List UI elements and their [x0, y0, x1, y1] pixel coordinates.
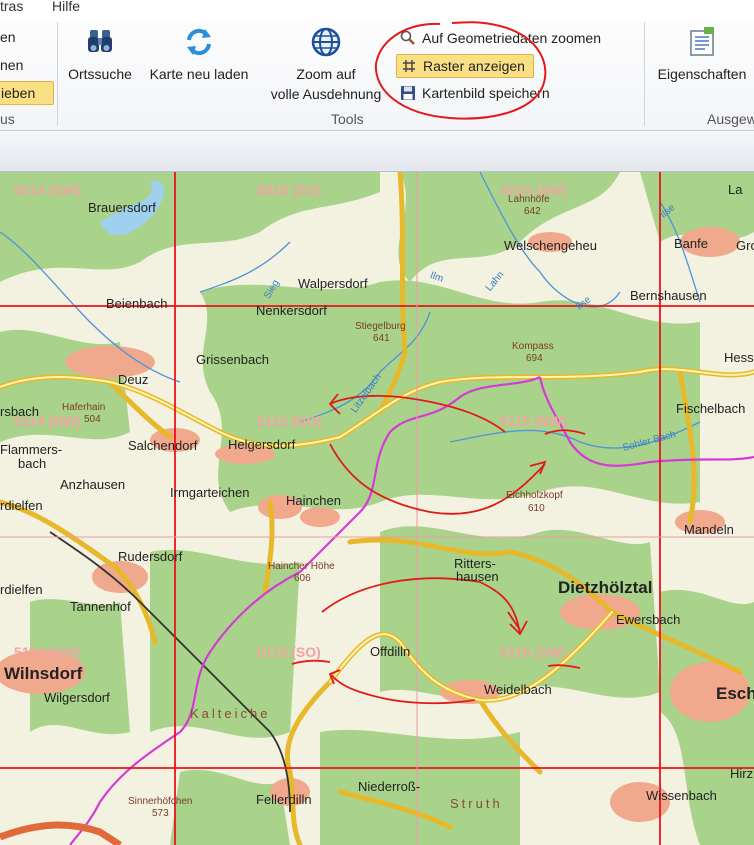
place-label: Nenkersdorf [256, 303, 327, 318]
town-label: Wilnsdorf [4, 664, 83, 683]
sheet-label: 5015 (SO) [257, 182, 322, 198]
place-label: rdielfen [0, 498, 43, 513]
peak-elevation: 606 [294, 573, 311, 584]
place-label: Wilgersdorf [44, 690, 110, 705]
place-label: Mandeln [684, 522, 734, 537]
sheet-label: 5115 (NW) [500, 413, 567, 429]
eigenschaften-label: Eigenschaften [657, 66, 747, 82]
place-label: Beienbach [106, 296, 168, 311]
place-label: Offdilln [370, 644, 411, 659]
place-label: Hess [724, 350, 754, 365]
sheet-label: 5115 (SW) [500, 644, 567, 660]
place-label: Helgersdorf [228, 437, 296, 452]
peak-elevation: 641 [373, 333, 390, 344]
town-label: Dietzhölztal [558, 578, 653, 597]
peak-name: Haferhain [62, 402, 106, 413]
place-label: Rudersdorf [118, 549, 183, 564]
peak-name: Lahnhöfe [508, 194, 550, 205]
map-canvas [0, 172, 754, 845]
zoom-label-line2: volle Ausdehnung [270, 86, 382, 102]
binoculars-icon [88, 30, 112, 52]
menu-bar: tras Hilfe [0, 0, 754, 18]
toolbar-strip [0, 131, 754, 172]
peak-name: Eichholzkopf [506, 490, 563, 501]
place-label: La [728, 182, 743, 197]
place-label: Hainchen [286, 493, 341, 508]
place-label: Weidelbach [484, 682, 552, 697]
peak-name: Stiegelburg [355, 321, 406, 332]
place-label: Fischelbach [676, 401, 746, 416]
highlight-ellipse-annotation [374, 21, 547, 120]
peak-name: Kompass [512, 341, 554, 352]
place-label: Hirz [730, 766, 754, 781]
place-label: Salchendorf [128, 438, 198, 453]
town-label: Esch [716, 684, 754, 703]
peak-elevation: 694 [526, 353, 543, 364]
area-label: Struth [450, 796, 503, 811]
place-label: rsbach [0, 404, 40, 419]
place-label: Grissenbach [196, 352, 269, 367]
peak-name: Sinnerhöfchen [128, 796, 193, 807]
peak-elevation: 642 [524, 206, 541, 217]
peak-elevation: 573 [152, 808, 169, 819]
left-item-2[interactable]: nen [0, 54, 23, 76]
ortssuche-label: Ortssuche [68, 66, 132, 82]
refresh-icon [187, 28, 211, 56]
place-label: Niederroß- [358, 779, 421, 794]
area-label: Kalteiche [190, 706, 271, 721]
menu-extras[interactable]: tras [0, 0, 23, 14]
sheet-label: 5115 (NO) [257, 413, 322, 429]
eigenschaften-button[interactable]: Eigenschaften [650, 26, 754, 84]
karte-neu-laden-label: Karte neu laden [149, 66, 249, 82]
group-separator [57, 22, 58, 126]
place-label: Irmgarteichen [170, 485, 250, 500]
ortssuche-button[interactable]: Ortssuche [60, 26, 140, 84]
right-group-label: Ausgew [707, 111, 754, 127]
ribbon: en nen ieben us Ortssuche Karte neu lade… [0, 18, 754, 131]
place-label: Tannenhof [70, 599, 131, 614]
place-label: Brauersdorf [88, 200, 156, 215]
place-label: Deuz [118, 372, 149, 387]
place-label: rdielfen [0, 582, 43, 597]
peak-elevation: 504 [84, 414, 101, 425]
place-label: Wissenbach [646, 788, 717, 803]
properties-sheet-icon [690, 27, 714, 56]
menu-hilfe[interactable]: Hilfe [52, 0, 80, 14]
place-label: bach [18, 456, 47, 471]
tools-group-label: Tools [331, 111, 364, 127]
peak-name: Haincher Höhe [268, 561, 335, 572]
topographic-map[interactable]: 5014 (SW) 5015 (SO) 5015 (SW) 5114 (NW) … [0, 172, 754, 845]
sheet-label: 5014 (SW) [14, 182, 81, 198]
sheet-label: 5114 (SW) [14, 644, 81, 660]
place-label: Welschengeheu [504, 238, 597, 253]
peak-elevation: 610 [528, 503, 545, 514]
place-label: Anzhausen [60, 477, 126, 492]
globe-icon [311, 27, 341, 57]
place-label: Flammers- [0, 442, 63, 457]
left-item-1[interactable]: en [0, 26, 16, 48]
sheet-label: 5115 (SO) [257, 644, 321, 660]
zoom-label-line1: Zoom auf [296, 66, 356, 82]
place-label: Walpersdorf [298, 276, 368, 291]
karte-neu-laden-button[interactable]: Karte neu laden [140, 26, 258, 84]
left-group-label: us [0, 111, 15, 127]
place-label: Grol [736, 238, 754, 253]
left-item-3-active[interactable]: ieben [0, 81, 54, 105]
place-label: Banfe [674, 236, 708, 251]
place-label: Fellerdilln [256, 792, 312, 807]
place-label: Bernshausen [630, 288, 707, 303]
place-label: hausen [456, 569, 499, 584]
place-label: Ewersbach [616, 612, 681, 627]
